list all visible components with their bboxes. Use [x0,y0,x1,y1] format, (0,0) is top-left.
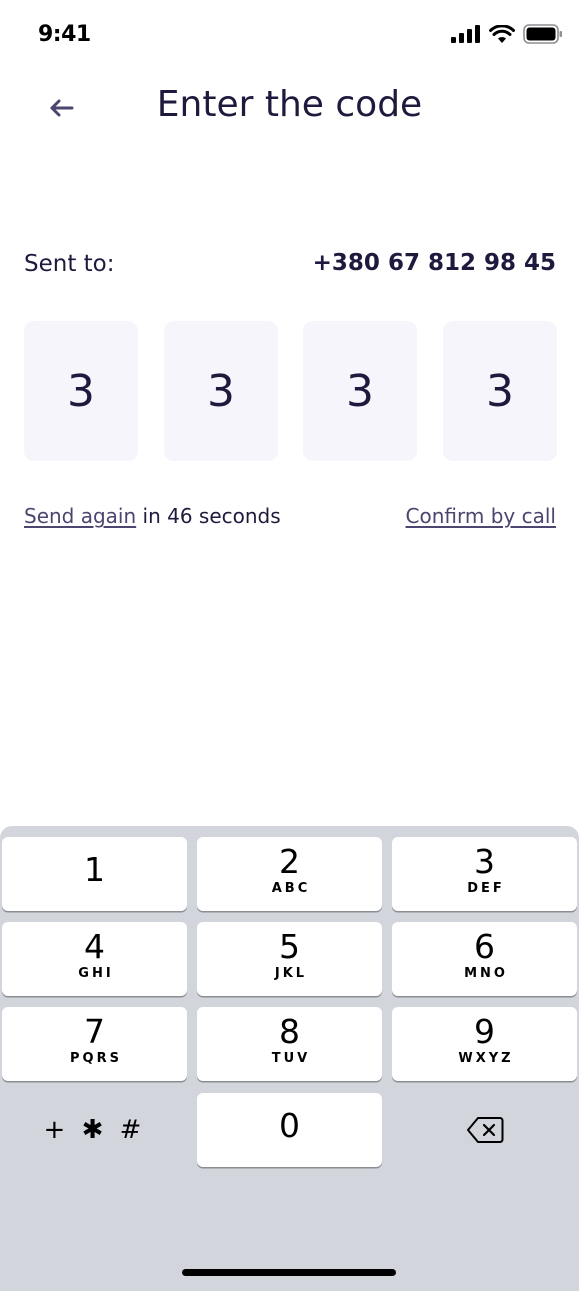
numeric-keyboard: 1 2 ABC 3 DEF 4 GHI 5 JKL 6 MNO 7 PQRS 8… [0,826,579,1291]
key-number: 1 [84,850,105,889]
key-6[interactable]: 6 MNO [392,922,577,996]
cellular-signal-icon [451,25,480,43]
key-number: 9 [474,1012,495,1051]
key-number: 7 [84,1012,105,1051]
key-letters: GHI [78,966,114,981]
resend-countdown: in 46 seconds [136,504,281,528]
sent-to-label: Sent to: [24,251,115,277]
key-letters: WXYZ [458,1051,514,1066]
key-letters: JKL [274,966,308,981]
key-letters: ABC [271,881,311,896]
key-number: 0 [279,1106,300,1145]
wifi-icon [489,24,515,43]
backspace-icon [466,1117,503,1143]
key-letters: MNO [464,966,508,981]
key-4[interactable]: 4 GHI [2,922,187,996]
key-7[interactable]: 7 PQRS [2,1007,187,1081]
key-5[interactable]: 5 JKL [197,922,382,996]
key-3[interactable]: 3 DEF [392,837,577,911]
delete-key[interactable] [392,1093,577,1167]
status-bar: 9:41 [0,0,579,70]
code-input-row: 3 3 3 3 [24,321,557,461]
key-number: 2 [279,842,300,881]
key-9[interactable]: 9 WXYZ [392,1007,577,1081]
status-time: 9:41 [38,22,91,47]
code-digit-box[interactable]: 3 [24,321,138,461]
symbols-key[interactable]: + ✱ # [2,1093,187,1167]
key-number: 8 [279,1012,300,1051]
key-1[interactable]: 1 [2,837,187,911]
sent-to-phone: +380 67 812 98 45 [312,250,556,276]
battery-icon [523,24,562,44]
key-letters: PQRS [70,1051,122,1066]
key-number: 3 [474,842,495,881]
key-number: 5 [279,927,300,966]
resend-row: Send again in 46 seconds [24,504,281,528]
status-icons [451,24,563,44]
key-2[interactable]: 2 ABC [197,837,382,911]
code-digit-box[interactable]: 3 [164,321,278,461]
key-letters: DEF [467,881,505,896]
page-title: Enter the code [156,84,423,125]
key-0[interactable]: 0 [197,1093,382,1167]
key-8[interactable]: 8 TUV [197,1007,382,1081]
home-indicator [182,1269,396,1276]
code-digit-box[interactable]: 3 [443,321,557,461]
confirm-by-call-link[interactable]: Confirm by call [406,504,556,528]
key-letters: TUV [271,1051,311,1066]
code-digit-box[interactable]: 3 [303,321,417,461]
send-again-link[interactable]: Send again [24,504,136,528]
key-number: 6 [474,927,495,966]
key-number: 4 [84,927,105,966]
